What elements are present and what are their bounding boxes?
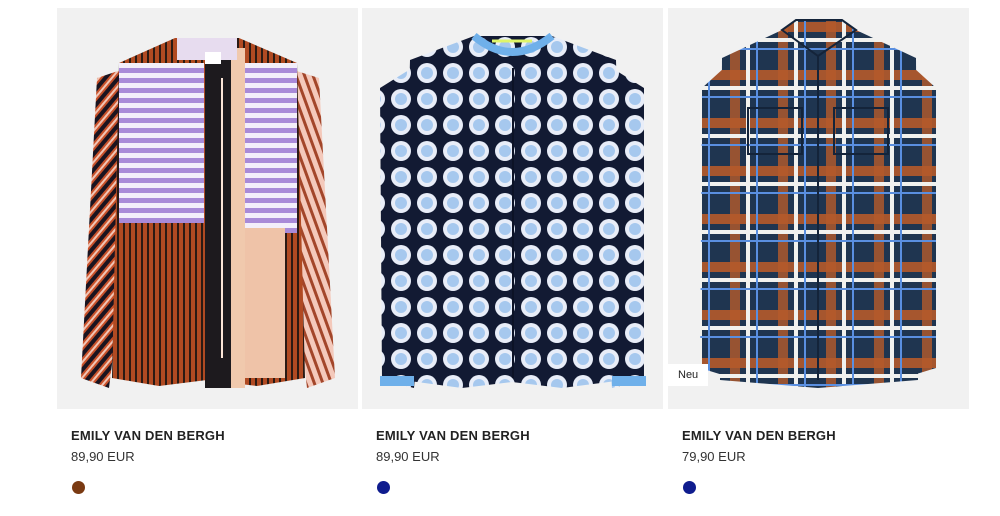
product-card[interactable]: EMILY VAN DEN BERGH 89,90 EUR [362,8,663,494]
product-image[interactable]: Neu [668,8,969,409]
product-price: 89,90 EUR [376,449,440,464]
product-brand[interactable]: EMILY VAN DEN BERGH [682,428,969,443]
product-brand[interactable]: EMILY VAN DEN BERGH [376,428,663,443]
color-swatch[interactable] [683,481,696,494]
color-swatch[interactable] [377,481,390,494]
new-badge: Neu [668,364,709,386]
color-swatch[interactable] [72,481,85,494]
product-card[interactable]: Neu EMILY VAN DEN BERGH 79,90 EUR [668,8,969,494]
striped-blouse-image [81,38,335,388]
product-card[interactable]: EMILY VAN DEN BERGH 89,90 EUR [57,8,358,494]
product-price: 79,90 EUR [682,449,746,464]
plaid-shirt-image [700,19,936,388]
product-image[interactable] [362,8,663,409]
product-grid: EMILY VAN DEN BERGH 89,90 EUR EMILY VAN … [0,0,1000,516]
product-image[interactable] [57,8,358,409]
dotted-blouse-image [380,32,646,388]
product-price: 89,90 EUR [71,449,135,464]
product-brand[interactable]: EMILY VAN DEN BERGH [71,428,358,443]
